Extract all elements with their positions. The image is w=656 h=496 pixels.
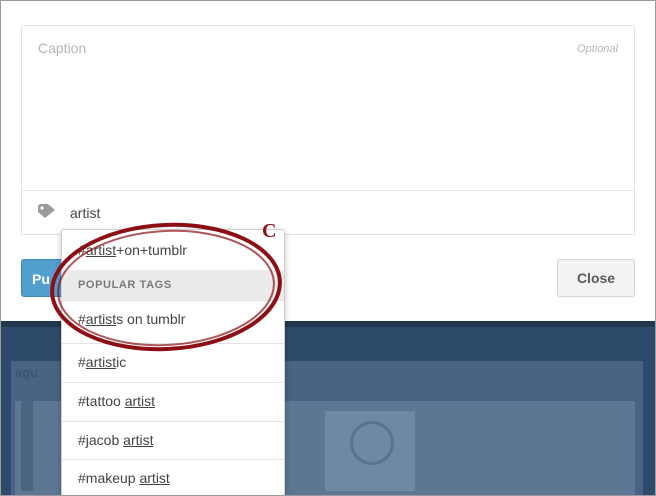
tag-suggestion-match: artist (123, 432, 154, 448)
tag-suggestion-suffix: +on+tumblr (116, 242, 187, 258)
tag-suggestion-suffix: ic (116, 354, 127, 370)
tag-suggestion[interactable]: #artist+on+tumblr (62, 232, 284, 270)
tag-suggestion-prefix: #makeup (78, 470, 140, 486)
tag-suggestion-match: artist (85, 311, 117, 327)
tag-suggestion-match: artist (139, 470, 170, 486)
tag-suggestion[interactable]: #jacob artist (62, 421, 284, 459)
annotation-letter: C (262, 220, 277, 242)
tag-suggestion-suffix: s on tumblr (116, 311, 186, 327)
caption-box[interactable]: Caption Optional artist (21, 25, 635, 235)
tag-suggestion[interactable]: #artistic (62, 343, 284, 381)
tag-suggestion-match: artist (85, 354, 117, 370)
close-button[interactable]: Close (557, 259, 635, 297)
tag-suggestion-match: artist (124, 393, 156, 409)
caption-placeholder: Caption (38, 40, 87, 56)
tag-suggestion-prefix: # (78, 242, 86, 258)
tag-suggestion-prefix: # (78, 311, 86, 327)
popular-tags-header: POPULAR TAGS (62, 270, 284, 300)
tag-suggestion[interactable]: #makeup artist (62, 459, 284, 495)
tag-suggestion[interactable]: #tattoo artist (62, 382, 284, 420)
image-emblem (350, 421, 394, 465)
tag-suggestion-prefix: #tattoo (78, 393, 125, 409)
tag-suggestion-prefix: # (78, 354, 86, 370)
tag-suggestion-prefix: #jacob (78, 432, 124, 448)
image-stamp (21, 401, 33, 491)
screenshot-frame: agu Caption Optional artist Pu Close #ar… (0, 0, 656, 496)
dashboard-post-label: agu (15, 365, 39, 380)
caption-optional-hint: Optional (577, 43, 618, 55)
tag-suggestion-match: artist (85, 242, 117, 258)
tag-autocomplete-dropdown: #artist+on+tumblr POPULAR TAGS #artists … (61, 229, 285, 495)
tag-icon (38, 204, 55, 218)
tag-suggestion[interactable]: #artists on tumblr (62, 300, 284, 338)
tag-input-value[interactable]: artist (70, 205, 100, 221)
